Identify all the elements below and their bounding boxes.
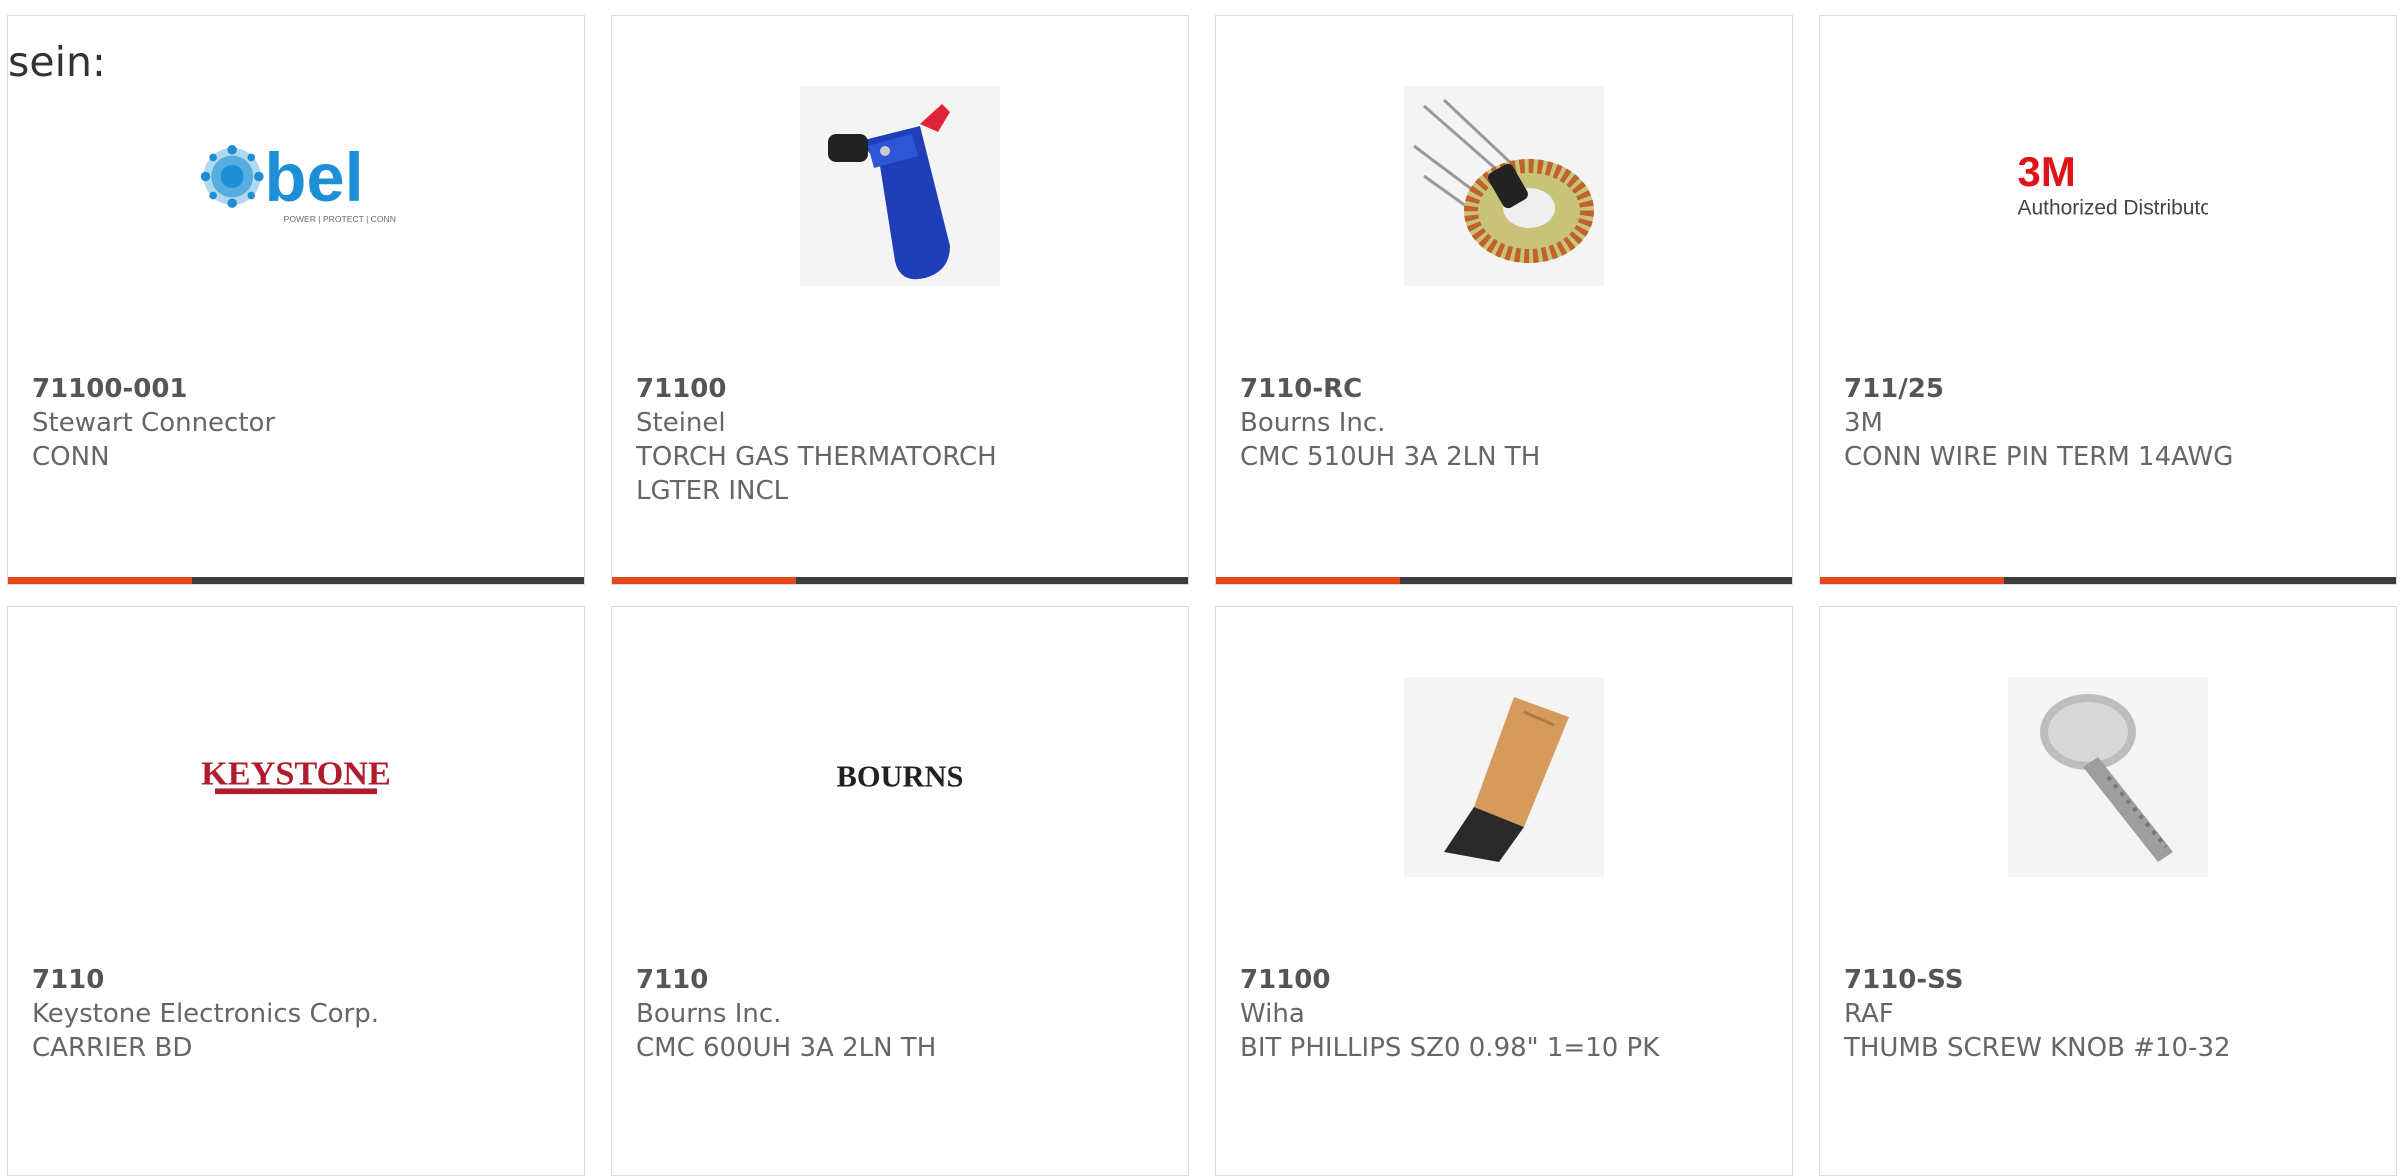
description: CMC 600UH 3A 2LN TH — [636, 1033, 937, 1063]
description: TORCH GAS THERMATORCH LGTER INCL — [636, 442, 997, 506]
manufacturer: Keystone Electronics Corp. — [32, 999, 380, 1029]
product-card[interactable]: 3M Authorized Distributor 711/25 3M CONN… — [1819, 15, 2397, 585]
progress-bar — [1216, 577, 1792, 584]
product-image-bel-logo: bel POWER | PROTECT | CONNECT — [196, 86, 396, 286]
manufacturer: Bourns Inc. — [1240, 408, 1386, 438]
product-card[interactable]: 71100 Wiha BIT PHILLIPS SZ0 0.98" 1=10 P… — [1215, 606, 1793, 1176]
product-card[interactable]: 71100 Steinel TORCH GAS THERMATORCH LGTE… — [611, 15, 1189, 585]
progress-bar — [612, 577, 1188, 584]
product-image-torch-photo — [800, 86, 1000, 286]
manufacturer: Steinel — [636, 408, 726, 438]
part-number[interactable]: 7110-SS — [1844, 963, 2231, 997]
part-number[interactable]: 7110 — [32, 963, 379, 997]
description: CMC 510UH 3A 2LN TH — [1240, 442, 1541, 472]
bel-logo-text: bel — [265, 139, 364, 216]
part-number[interactable]: 71100 — [636, 372, 1066, 406]
product-image-bit-photo — [1404, 677, 1604, 877]
progress-bar — [8, 577, 584, 584]
product-card[interactable]: KEYSTONE 7110 Keystone Electronics Corp.… — [7, 606, 585, 1176]
product-image-keystone-logo: KEYSTONE — [196, 677, 396, 877]
intro-text: sein: — [8, 38, 106, 86]
product-image-thumbscrew-photo — [2008, 677, 2208, 877]
product-card[interactable]: 7110-SS RAF THUMB SCREW KNOB #10-32 — [1819, 606, 2397, 1176]
part-number[interactable]: 7110-RC — [1240, 372, 1540, 406]
bourns-logo-text: BOURNS — [837, 760, 964, 794]
progress-bar — [1820, 577, 2396, 584]
progress-fill — [1820, 577, 2005, 584]
progress-fill — [1216, 577, 1401, 584]
progress-fill — [612, 577, 797, 584]
bel-logo-tagline: POWER | PROTECT | CONNECT — [284, 214, 396, 224]
3m-logo-tagline: Authorized Distributor — [2018, 197, 2208, 220]
product-image-bourns-logo: BOURNS — [800, 677, 1000, 877]
3m-logo-text: 3M — [2018, 148, 2076, 195]
manufacturer: 3M — [1844, 408, 1883, 438]
part-number[interactable]: 711/25 — [1844, 372, 2233, 406]
description: CONN WIRE PIN TERM 14AWG — [1844, 442, 2234, 472]
part-number[interactable]: 71100 — [1240, 963, 1659, 997]
part-number[interactable]: 7110 — [636, 963, 936, 997]
product-image-toroid-photo — [1404, 86, 1604, 286]
keystone-logo-text: KEYSTONE — [201, 755, 391, 793]
manufacturer: Wiha — [1240, 999, 1305, 1029]
description: CARRIER BD — [32, 1033, 193, 1063]
manufacturer: Stewart Connector — [32, 408, 276, 438]
description: THUMB SCREW KNOB #10-32 — [1844, 1033, 2231, 1063]
product-card[interactable]: bel POWER | PROTECT | CONNECT 71100-001 … — [7, 15, 585, 585]
description: BIT PHILLIPS SZ0 0.98" 1=10 PK — [1240, 1033, 1660, 1063]
product-card[interactable]: 7110-RC Bourns Inc. CMC 510UH 3A 2LN TH — [1215, 15, 1793, 585]
product-image-3m-logo: 3M Authorized Distributor — [2008, 86, 2208, 286]
manufacturer: RAF — [1844, 999, 1894, 1029]
product-card[interactable]: BOURNS 7110 Bourns Inc. CMC 600UH 3A 2LN… — [611, 606, 1189, 1176]
part-number[interactable]: 71100-001 — [32, 372, 275, 406]
description: CONN — [32, 442, 110, 472]
progress-fill — [8, 577, 193, 584]
manufacturer: Bourns Inc. — [636, 999, 782, 1029]
